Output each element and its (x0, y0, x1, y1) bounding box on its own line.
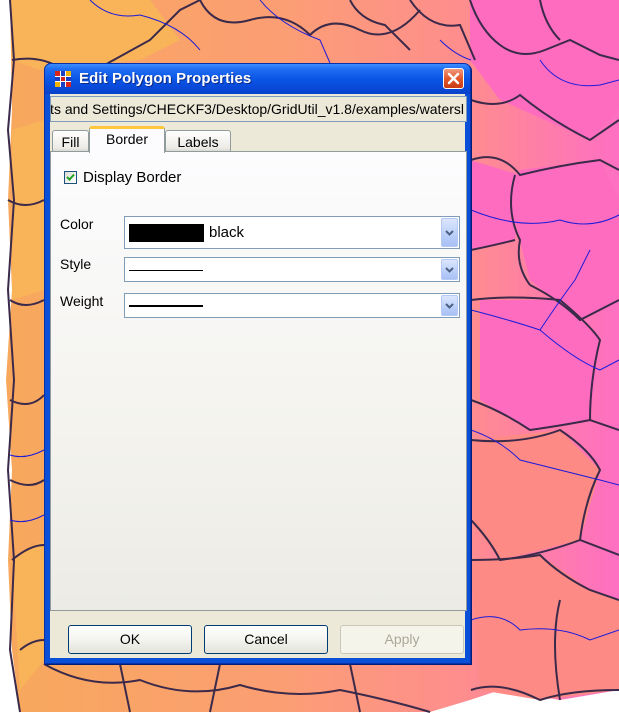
weight-label: Weight (60, 293, 104, 309)
cancel-button[interactable]: Cancel (204, 625, 328, 654)
grid-app-icon (55, 71, 71, 87)
tab-strip: Fill Border Labels (50, 126, 467, 153)
weight-dropdown[interactable] (124, 293, 460, 318)
display-border-label: Display Border (83, 169, 182, 186)
color-dropdown-arrow[interactable] (441, 218, 458, 247)
weight-line-preview (129, 305, 203, 307)
map-polygon (12, 120, 44, 300)
dialog-title: Edit Polygon Properties (79, 70, 252, 87)
tab-border[interactable]: Border (89, 126, 165, 153)
title-bar[interactable]: Edit Polygon Properties (45, 64, 470, 94)
style-dropdown-arrow[interactable] (441, 259, 458, 280)
tab-labels[interactable]: Labels (165, 130, 231, 152)
chevron-down-icon (445, 266, 454, 273)
ok-button[interactable]: OK (68, 625, 192, 654)
dialog-client-area: C:/Documents and Settings/CHECKF3/Deskto… (50, 94, 467, 658)
color-value: black (209, 224, 245, 241)
apply-button[interactable]: Apply (340, 625, 464, 654)
weight-dropdown-arrow[interactable] (441, 295, 458, 316)
close-button[interactable] (443, 68, 464, 89)
map-polygon (470, 160, 520, 250)
color-swatch (129, 224, 204, 242)
style-dropdown[interactable] (124, 257, 460, 282)
color-dropdown[interactable]: black (124, 216, 460, 249)
border-tab-panel: Display Border Color black Style Weight (50, 151, 467, 611)
checkmark-icon (66, 173, 75, 181)
style-line-preview (129, 270, 203, 271)
color-label: Color (60, 216, 94, 232)
chevron-down-icon (445, 229, 454, 236)
close-icon (447, 72, 460, 85)
display-border-checkbox[interactable] (64, 171, 77, 184)
tab-fill[interactable]: Fill (52, 130, 89, 152)
file-path-field[interactable]: C:/Documents and Settings/CHECKF3/Deskto… (50, 96, 467, 122)
style-label: Style (60, 256, 92, 272)
file-path-text: C:/Documents and Settings/CHECKF3/Deskto… (50, 101, 464, 117)
chevron-down-icon (445, 302, 454, 309)
edit-polygon-properties-dialog: Edit Polygon Properties C:/Documents and… (44, 63, 471, 664)
